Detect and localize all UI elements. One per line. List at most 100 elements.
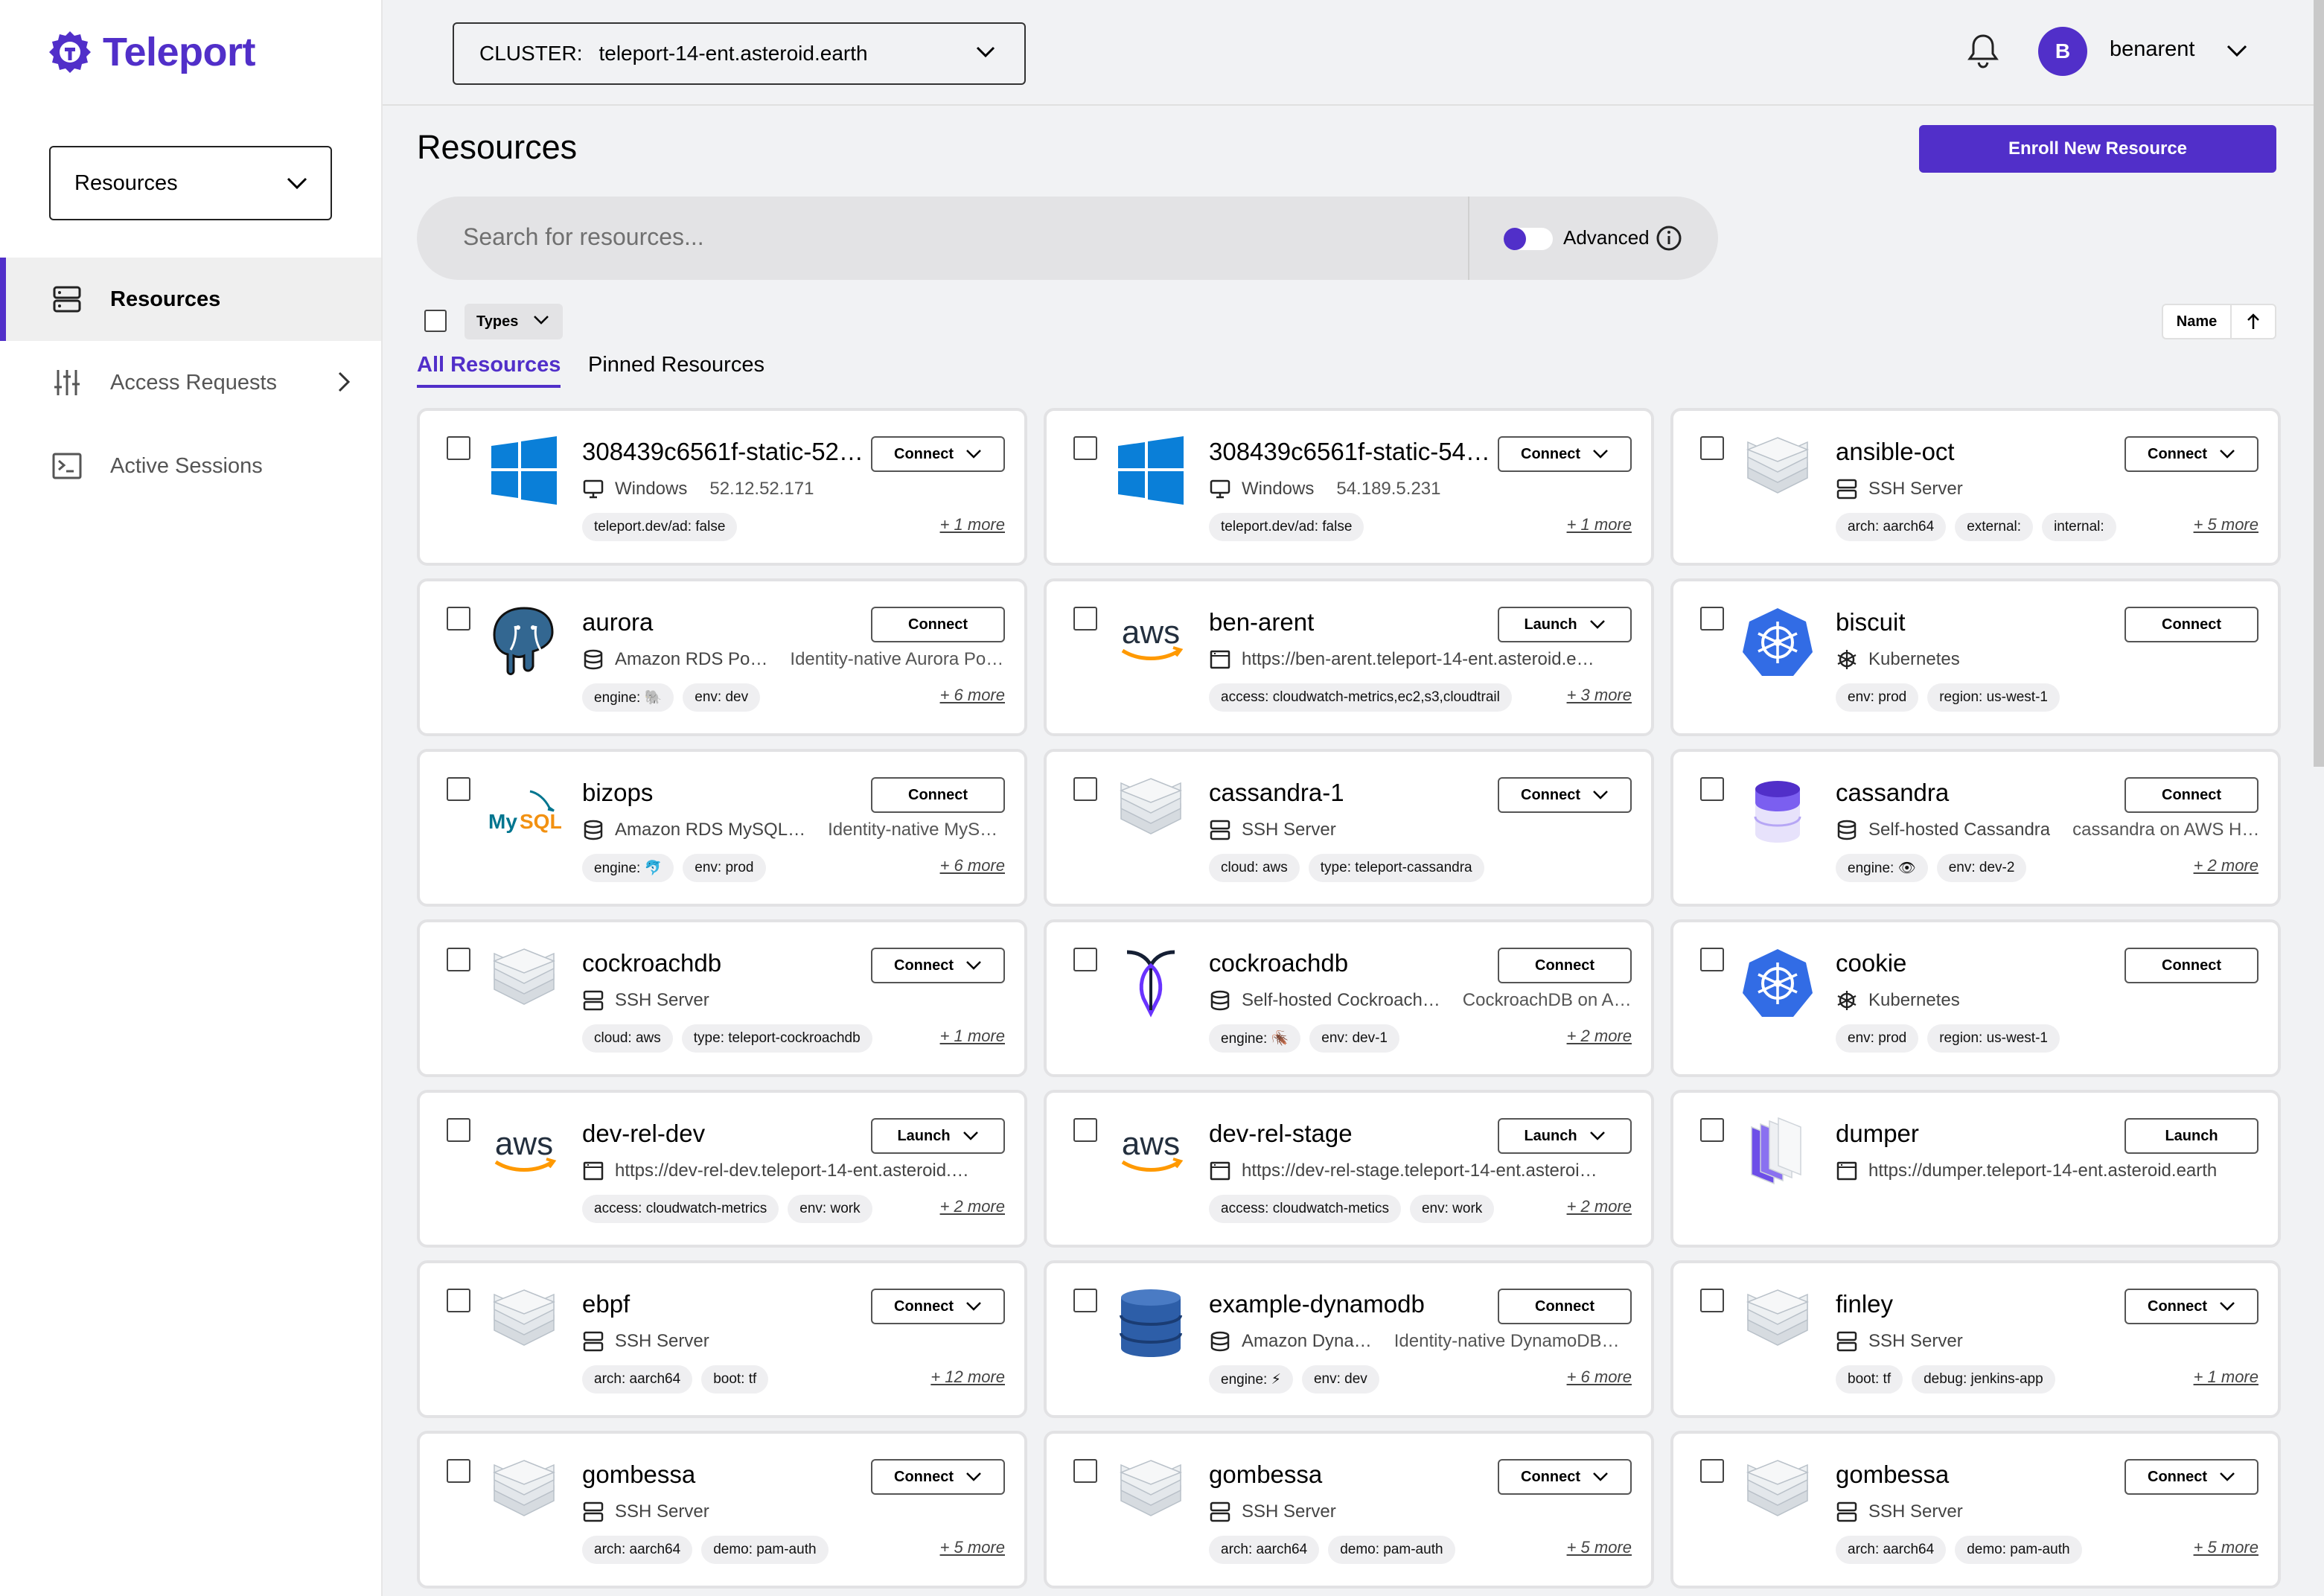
connect-button[interactable]: Connect	[1498, 777, 1632, 813]
resource-label[interactable]: engine: 🐬	[582, 854, 674, 882]
resource-card[interactable]: aws dev-rel-dev Launch https://dev-rel-dev.…	[417, 1090, 1027, 1248]
tab-pinned-resources[interactable]: Pinned Resources	[588, 353, 764, 377]
resource-card[interactable]: cassandra-1 Connect SSH Server cloud: aws ty…	[1044, 749, 1654, 907]
resource-label[interactable]: arch: aarch64	[582, 1365, 693, 1394]
resource-label[interactable]: env: work	[788, 1195, 872, 1223]
resource-checkbox[interactable]	[447, 1459, 470, 1483]
advanced-toggle[interactable]	[1504, 228, 1553, 250]
resource-label[interactable]: env: prod	[1836, 683, 1919, 712]
resource-card[interactable]: dumper Launch https://dumper.teleport-14-e…	[1670, 1090, 2281, 1248]
resource-label[interactable]: access: cloudwatch-metrics	[582, 1195, 779, 1223]
connect-button[interactable]: Connect	[1498, 1459, 1632, 1495]
resource-card[interactable]: cassandra Connect Self-hosted Cassandra cas…	[1670, 749, 2281, 907]
enroll-new-resource-button[interactable]: Enroll New Resource	[1919, 125, 2276, 173]
resource-checkbox[interactable]	[1700, 1289, 1724, 1312]
resource-card[interactable]: aws ben-arent Launch https://ben-arent.tele…	[1044, 578, 1654, 736]
resource-label[interactable]: type: teleport-cassandra	[1308, 854, 1484, 882]
resource-checkbox[interactable]	[1073, 1459, 1097, 1483]
resource-card[interactable]: aws dev-rel-stage Launch https://dev-rel-st…	[1044, 1090, 1654, 1248]
resource-label[interactable]: boot: tf	[701, 1365, 769, 1394]
info-icon[interactable]	[1656, 225, 1682, 252]
more-labels-link[interactable]: + 2 more	[1567, 1027, 1632, 1046]
connect-button[interactable]: Connect	[871, 777, 1005, 813]
resource-card[interactable]: gombessa Connect SSH Server arch: aarch64 de…	[417, 1431, 1027, 1589]
sidebar-item-active-sessions[interactable]: Active Sessions	[0, 424, 381, 508]
resource-checkbox[interactable]	[1700, 948, 1724, 971]
connect-button[interactable]: Connect	[1498, 1289, 1632, 1324]
resource-card[interactable]: My SQL bizops Connect Amazon RDS MySQL… Ident…	[417, 749, 1027, 907]
resource-checkbox[interactable]	[1700, 1459, 1724, 1483]
more-labels-link[interactable]: + 2 more	[2194, 856, 2258, 875]
resource-label[interactable]: env: prod	[683, 854, 766, 882]
search-input[interactable]: Search for resources...	[463, 223, 1431, 251]
more-labels-link[interactable]: + 1 more	[940, 515, 1005, 534]
resource-label[interactable]: engine: 👁	[1836, 854, 1928, 882]
avatar[interactable]: B	[2038, 27, 2087, 76]
resource-card[interactable]: biscuit Connect Kubernetes env: prod region:…	[1670, 578, 2281, 736]
resource-card[interactable]: finley Connect SSH Server boot: tf debug: je…	[1670, 1260, 2281, 1418]
connect-button[interactable]: Connect	[871, 1289, 1005, 1324]
resource-card[interactable]: aurora Connect Amazon RDS Po… Identity-nati…	[417, 578, 1027, 736]
resource-card[interactable]: gombessa Connect SSH Server arch: aarch64 de…	[1044, 1431, 1654, 1589]
types-filter-button[interactable]: Types	[465, 304, 563, 339]
resource-label[interactable]: env: dev-1	[1309, 1024, 1400, 1053]
resource-label[interactable]: arch: aarch64	[582, 1536, 693, 1564]
resource-checkbox[interactable]	[447, 777, 470, 801]
resource-label[interactable]: arch: aarch64	[1836, 513, 1947, 541]
more-labels-link[interactable]: + 1 more	[1567, 515, 1632, 534]
resource-label[interactable]: teleport.dev/ad: false	[582, 513, 738, 541]
connect-button[interactable]: Connect	[871, 607, 1005, 642]
resource-label[interactable]: env: prod	[1836, 1024, 1919, 1053]
resource-label[interactable]: boot: tf	[1836, 1365, 1903, 1394]
resource-label[interactable]: external:	[1955, 513, 2034, 541]
resource-label[interactable]: env: work	[1409, 1195, 1495, 1223]
resource-checkbox[interactable]	[1073, 1289, 1097, 1312]
teleport-logo[interactable]: Teleport	[46, 28, 256, 76]
username[interactable]: benarent	[2110, 37, 2195, 62]
connect-button[interactable]: Connect	[2125, 777, 2258, 813]
resource-label[interactable]: type: teleport-cockroachdb	[681, 1024, 872, 1053]
notification-bell-icon[interactable]	[1967, 33, 1999, 68]
resource-checkbox[interactable]	[1700, 777, 1724, 801]
resources-view-select[interactable]: Resources	[49, 146, 332, 220]
more-labels-link[interactable]: + 1 more	[940, 1027, 1005, 1046]
resource-checkbox[interactable]	[1073, 1118, 1097, 1142]
connect-button[interactable]: Connect	[871, 436, 1005, 472]
resource-label[interactable]: teleport.dev/ad: false	[1209, 513, 1364, 541]
cluster-select[interactable]: CLUSTER: teleport-14-ent.asteroid.earth	[453, 22, 1026, 85]
resource-checkbox[interactable]	[447, 436, 470, 460]
connect-button[interactable]: Connect	[1498, 436, 1632, 472]
resource-label[interactable]: region: us-west-1	[1927, 1024, 2060, 1053]
resource-checkbox[interactable]	[447, 948, 470, 971]
connect-button[interactable]: Connect	[2125, 607, 2258, 642]
resource-checkbox[interactable]	[1700, 1118, 1724, 1142]
resource-checkbox[interactable]	[447, 1289, 470, 1312]
more-labels-link[interactable]: + 5 more	[2194, 515, 2258, 534]
resource-label[interactable]: env: dev	[683, 683, 761, 712]
select-all-checkbox[interactable]	[424, 310, 447, 332]
resource-label[interactable]: access: cloudwatch-metrics,ec2,s3,cloudt…	[1209, 683, 1512, 712]
connect-button[interactable]: Connect	[2125, 1289, 2258, 1324]
resource-card[interactable]: 308439c6561f-static-52-… Connect Windows 52…	[417, 408, 1027, 566]
connect-button[interactable]: Connect	[871, 1459, 1005, 1495]
sort-direction-button[interactable]	[2232, 305, 2275, 338]
resource-label[interactable]: engine: 🪳	[1209, 1024, 1301, 1053]
resource-label[interactable]: arch: aarch64	[1209, 1536, 1320, 1564]
more-labels-link[interactable]: + 2 more	[940, 1197, 1005, 1216]
resource-checkbox[interactable]	[1073, 436, 1097, 460]
more-labels-link[interactable]: + 3 more	[1567, 686, 1632, 705]
chevron-down-icon[interactable]	[2226, 43, 2248, 58]
connect-button[interactable]: Connect	[2125, 1459, 2258, 1495]
launch-button[interactable]: Launch	[2125, 1118, 2258, 1154]
resource-label[interactable]: engine: ⚡	[1209, 1365, 1293, 1394]
more-labels-link[interactable]: + 5 more	[1567, 1538, 1632, 1557]
resource-checkbox[interactable]	[1073, 948, 1097, 971]
resource-label[interactable]: env: dev-2	[1936, 854, 2027, 882]
resource-checkbox[interactable]	[447, 1118, 470, 1142]
resource-checkbox[interactable]	[447, 607, 470, 631]
more-labels-link[interactable]: + 5 more	[940, 1538, 1005, 1557]
more-labels-link[interactable]: + 12 more	[930, 1367, 1005, 1387]
resource-card[interactable]: ansible-oct Connect SSH Server arch: aarch6…	[1670, 408, 2281, 566]
resource-label[interactable]: demo: pam-auth	[1955, 1536, 2082, 1564]
resource-label[interactable]: arch: aarch64	[1836, 1536, 1947, 1564]
